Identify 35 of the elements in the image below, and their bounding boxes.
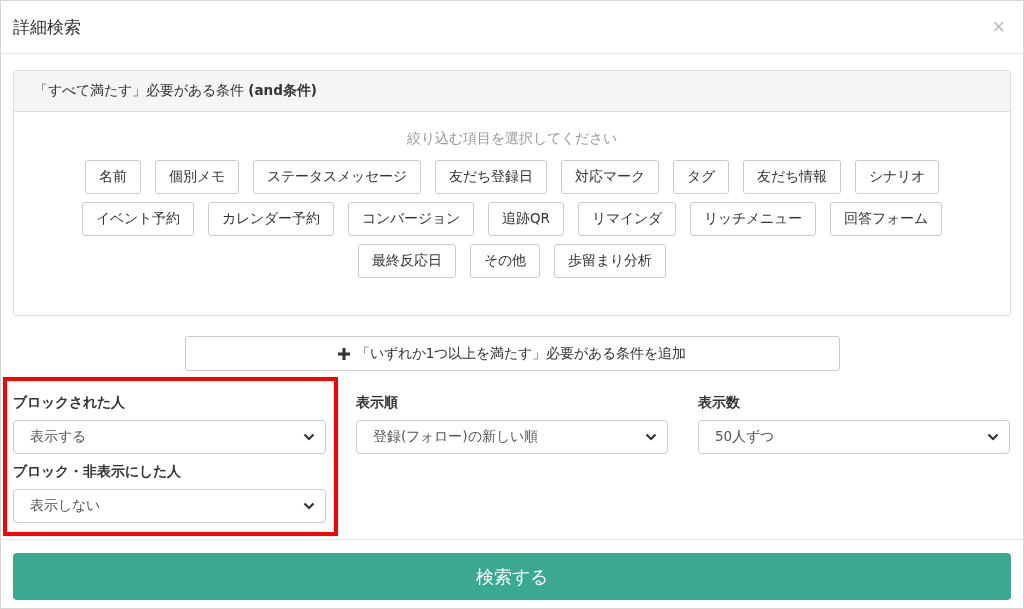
filter-item-button[interactable]: シナリオ: [855, 160, 939, 194]
panel-title: 「すべて満たす」必要がある条件 (and条件): [34, 82, 318, 100]
field-label: 表示順: [356, 394, 399, 412]
filter-item-button[interactable]: 個別メモ: [155, 160, 239, 194]
dropdown[interactable]: 登録(フォロー)の新しい順: [356, 420, 668, 454]
filter-item-button[interactable]: 友だち登録日: [435, 160, 547, 194]
filter-item-button[interactable]: 回答フォーム: [830, 202, 942, 236]
field-label: 表示数: [698, 394, 741, 412]
field-label: ブロックされた人: [13, 394, 126, 412]
filter-item-button[interactable]: タグ: [673, 160, 729, 194]
dropdown[interactable]: 50人ずつ: [698, 420, 1010, 454]
filter-item-button[interactable]: リッチメニュー: [690, 202, 816, 236]
filter-item-button[interactable]: ステータスメッセージ: [253, 160, 421, 194]
filter-item-button[interactable]: コンバージョン: [348, 202, 474, 236]
filter-item-button[interactable]: リマインダ: [578, 202, 676, 236]
filter-item-button[interactable]: カレンダー予約: [208, 202, 334, 236]
chevron-down-icon: [987, 433, 999, 441]
dialog-title: 詳細検索: [13, 15, 81, 39]
filter-item-button[interactable]: 名前: [85, 160, 141, 194]
filter-item-button[interactable]: その他: [470, 244, 540, 278]
plus-icon: [337, 347, 350, 360]
filter-item-button[interactable]: 最終反応日: [358, 244, 456, 278]
filter-item-button[interactable]: 対応マーク: [561, 160, 659, 194]
filter-item-button[interactable]: 追跡QR: [488, 202, 564, 236]
filter-item-button[interactable]: 歩留まり分析: [554, 244, 666, 278]
hint-text: 絞り込む項目を選択してください: [407, 130, 617, 148]
filter-item-button[interactable]: イベント予約: [82, 202, 194, 236]
chevron-down-icon: [303, 502, 315, 510]
field-label: ブロック・非表示にした人: [13, 463, 182, 481]
filter-item-button[interactable]: 友だち情報: [743, 160, 841, 194]
dropdown[interactable]: 表示しない: [13, 489, 326, 523]
chevron-down-icon: [645, 433, 657, 441]
add-condition-button[interactable]: 「いずれか1つ以上を満たす」必要がある条件を追加: [184, 336, 840, 371]
dropdown[interactable]: 表示する: [13, 420, 326, 454]
chevron-down-icon: [303, 433, 315, 441]
